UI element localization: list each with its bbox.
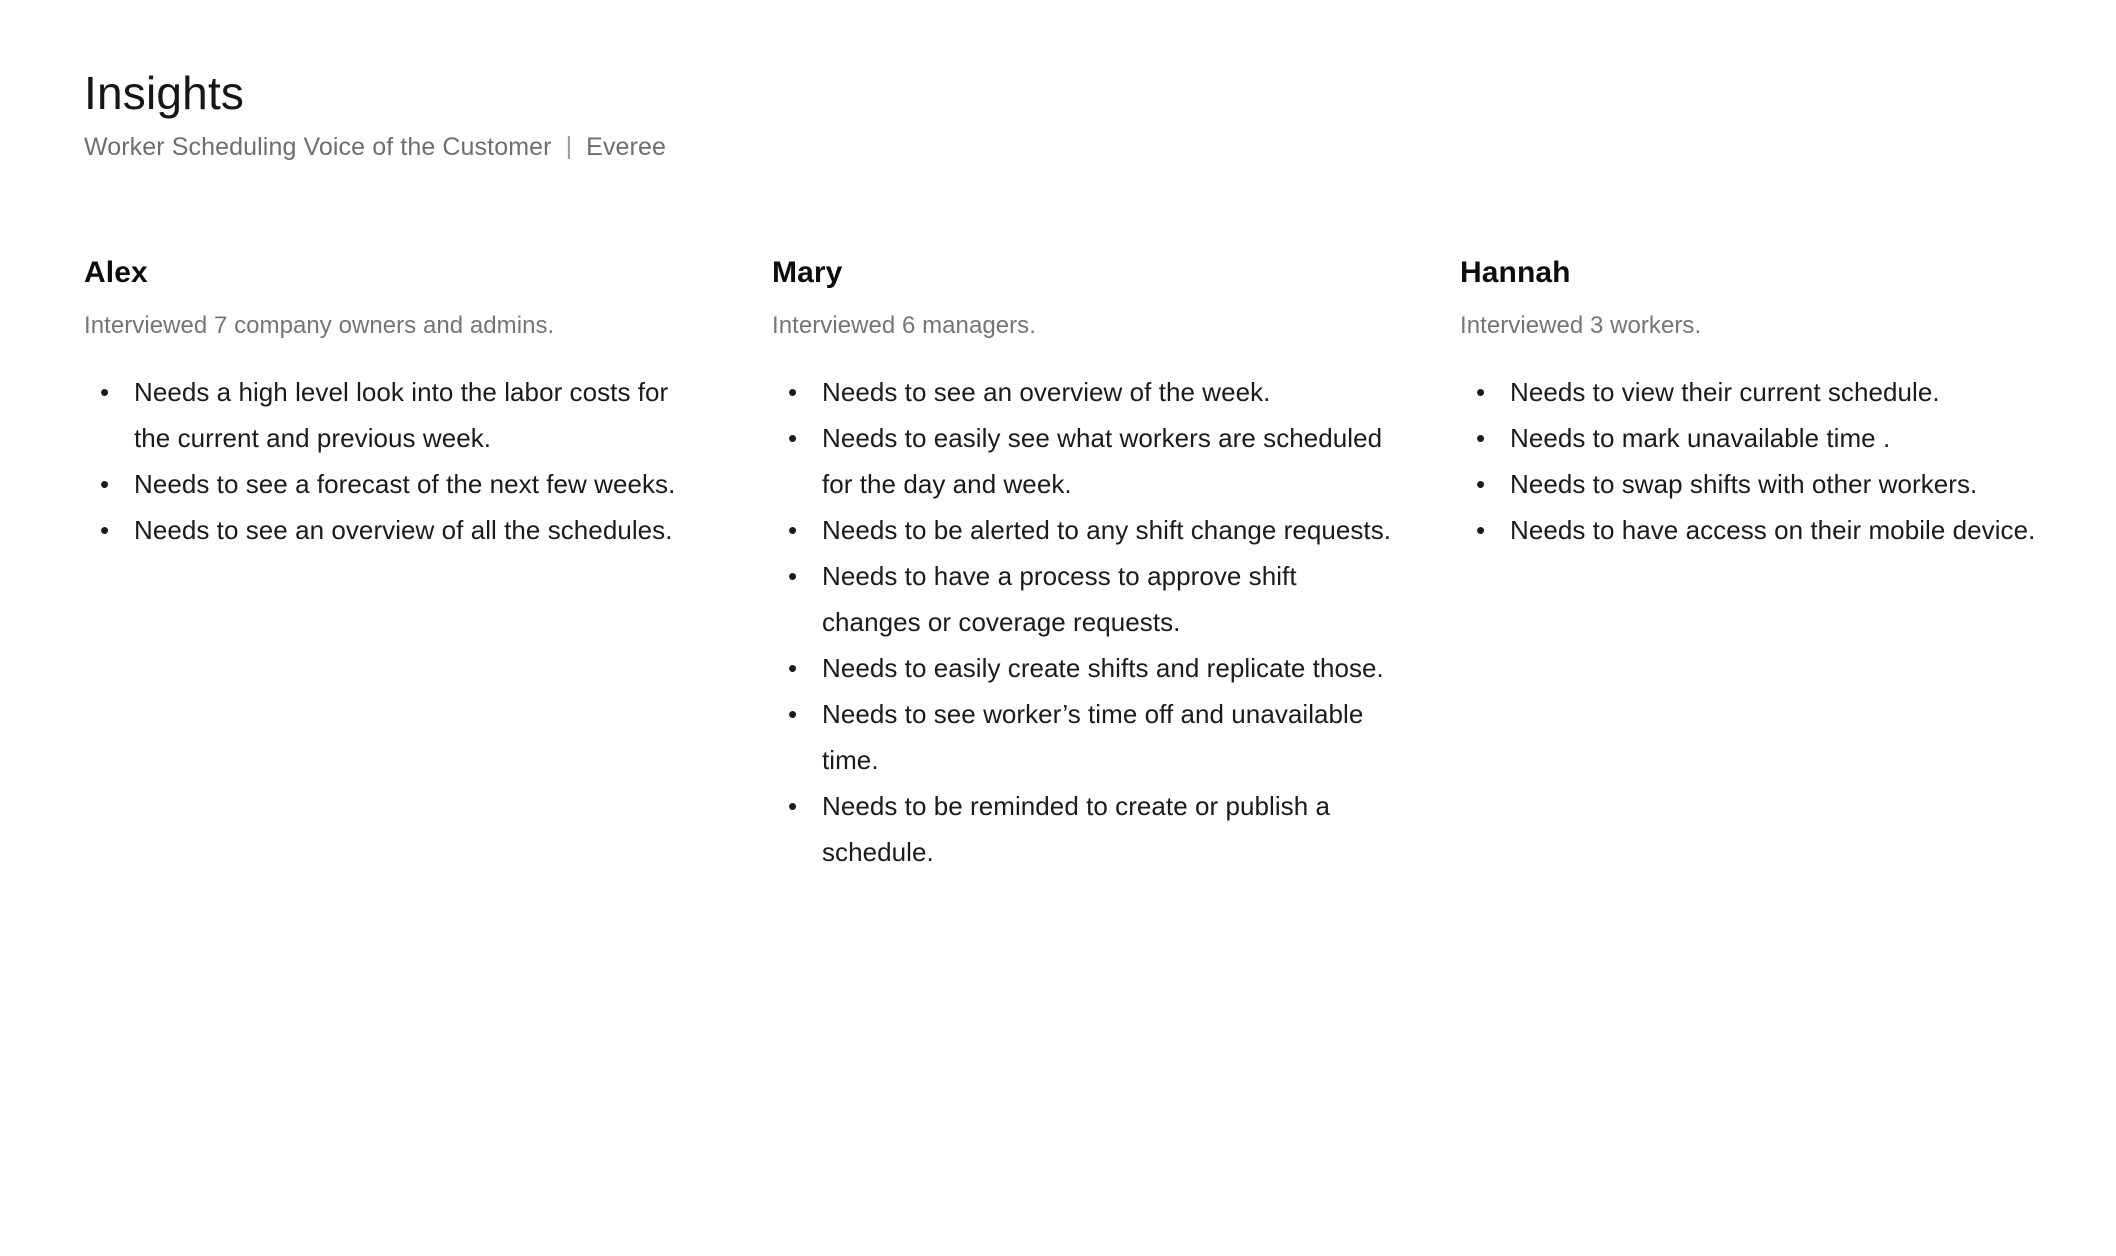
insights-slide: Insights Worker Scheduling Voice of the … bbox=[0, 0, 2116, 1256]
list-item-text: Needs to be reminded to create or publis… bbox=[822, 791, 1331, 867]
bullet-icon: • bbox=[1476, 377, 1486, 407]
list-item: • Needs to have a process to approve shi… bbox=[772, 553, 1392, 645]
bullet-icon: • bbox=[1476, 423, 1486, 453]
subtitle-separator: | bbox=[565, 131, 573, 160]
bullet-icon: • bbox=[1476, 469, 1486, 499]
list-item-text: Needs to see an overview of all the sche… bbox=[134, 515, 673, 545]
bullet-icon: • bbox=[788, 653, 798, 683]
list-item-text: Needs to swap shifts with other workers. bbox=[1510, 469, 1978, 499]
list-item: • Needs to easily see what workers are s… bbox=[772, 415, 1392, 507]
bullet-icon: • bbox=[100, 515, 110, 545]
bullet-icon: • bbox=[100, 469, 110, 499]
list-item: • Needs to easily create shifts and repl… bbox=[772, 645, 1392, 691]
subtitle-project-label: Worker Scheduling Voice of the Customer bbox=[84, 132, 552, 161]
list-item-text: Needs to view their current schedule. bbox=[1510, 377, 1940, 407]
persona-columns: Alex Interviewed 7 company owners and ad… bbox=[84, 255, 2076, 875]
list-item: • Needs to see an overview of all the sc… bbox=[84, 507, 704, 553]
list-item-text: Needs a high level look into the labor c… bbox=[134, 377, 669, 453]
persona-column-mary: Mary Interviewed 6 managers. • Needs to … bbox=[772, 255, 1392, 875]
bullet-icon: • bbox=[788, 423, 798, 453]
needs-list: • Needs a high level look into the labor… bbox=[84, 369, 704, 553]
bullet-icon: • bbox=[788, 377, 798, 407]
page-title: Insights bbox=[84, 67, 245, 119]
list-item-text: Needs to see a forecast of the next few … bbox=[134, 469, 676, 499]
bullet-icon: • bbox=[788, 561, 798, 591]
list-item-text: Needs to be alerted to any shift change … bbox=[822, 515, 1392, 545]
bullet-icon: • bbox=[788, 699, 798, 729]
list-item: • Needs to have access on their mobile d… bbox=[1460, 507, 2080, 553]
persona-interview-count: Interviewed 7 company owners and admins. bbox=[84, 312, 555, 339]
list-item-text: Needs to easily see what workers are sch… bbox=[822, 423, 1383, 499]
list-item-text: Needs to see worker’s time off and unava… bbox=[822, 699, 1364, 775]
slide-subtitle: Worker Scheduling Voice of the Customer … bbox=[84, 132, 1984, 162]
list-item-text: Needs to easily create shifts and replic… bbox=[822, 653, 1384, 683]
list-item-text: Needs to have a process to approve shift… bbox=[822, 561, 1297, 637]
list-item: • Needs to see worker’s time off and una… bbox=[772, 691, 1392, 783]
bullet-icon: • bbox=[788, 515, 798, 545]
list-item-text: Needs to mark unavailable time . bbox=[1510, 423, 1891, 453]
list-item: • Needs to see an overview of the week. bbox=[772, 369, 1392, 415]
list-item: • Needs to view their current schedule. bbox=[1460, 369, 2080, 415]
bullet-icon: • bbox=[1476, 515, 1486, 545]
needs-list: • Needs to view their current schedule. … bbox=[1460, 369, 2080, 553]
list-item: • Needs to be reminded to create or publ… bbox=[772, 783, 1392, 875]
list-item: • Needs to be alerted to any shift chang… bbox=[772, 507, 1392, 553]
bullet-icon: • bbox=[788, 791, 798, 821]
persona-interview-count: Interviewed 3 workers. bbox=[1460, 312, 1702, 339]
subtitle-company-label: Everee bbox=[586, 132, 666, 161]
list-item: • Needs to mark unavailable time . bbox=[1460, 415, 2080, 461]
persona-name: Hannah bbox=[1460, 256, 1571, 289]
list-item-text: Needs to see an overview of the week. bbox=[822, 377, 1271, 407]
persona-interview-count: Interviewed 6 managers. bbox=[772, 312, 1036, 339]
slide-header: Insights Worker Scheduling Voice of the … bbox=[84, 67, 1984, 162]
list-item: • Needs to swap shifts with other worker… bbox=[1460, 461, 2080, 507]
persona-column-alex: Alex Interviewed 7 company owners and ad… bbox=[84, 255, 704, 553]
persona-column-hannah: Hannah Interviewed 3 workers. • Needs to… bbox=[1460, 255, 2080, 553]
needs-list: • Needs to see an overview of the week. … bbox=[772, 369, 1392, 875]
list-item: • Needs a high level look into the labor… bbox=[84, 369, 704, 461]
persona-name: Alex bbox=[84, 256, 148, 289]
list-item-text: Needs to have access on their mobile dev… bbox=[1510, 515, 2036, 545]
persona-name: Mary bbox=[772, 256, 843, 289]
list-item: • Needs to see a forecast of the next fe… bbox=[84, 461, 704, 507]
bullet-icon: • bbox=[100, 377, 110, 407]
